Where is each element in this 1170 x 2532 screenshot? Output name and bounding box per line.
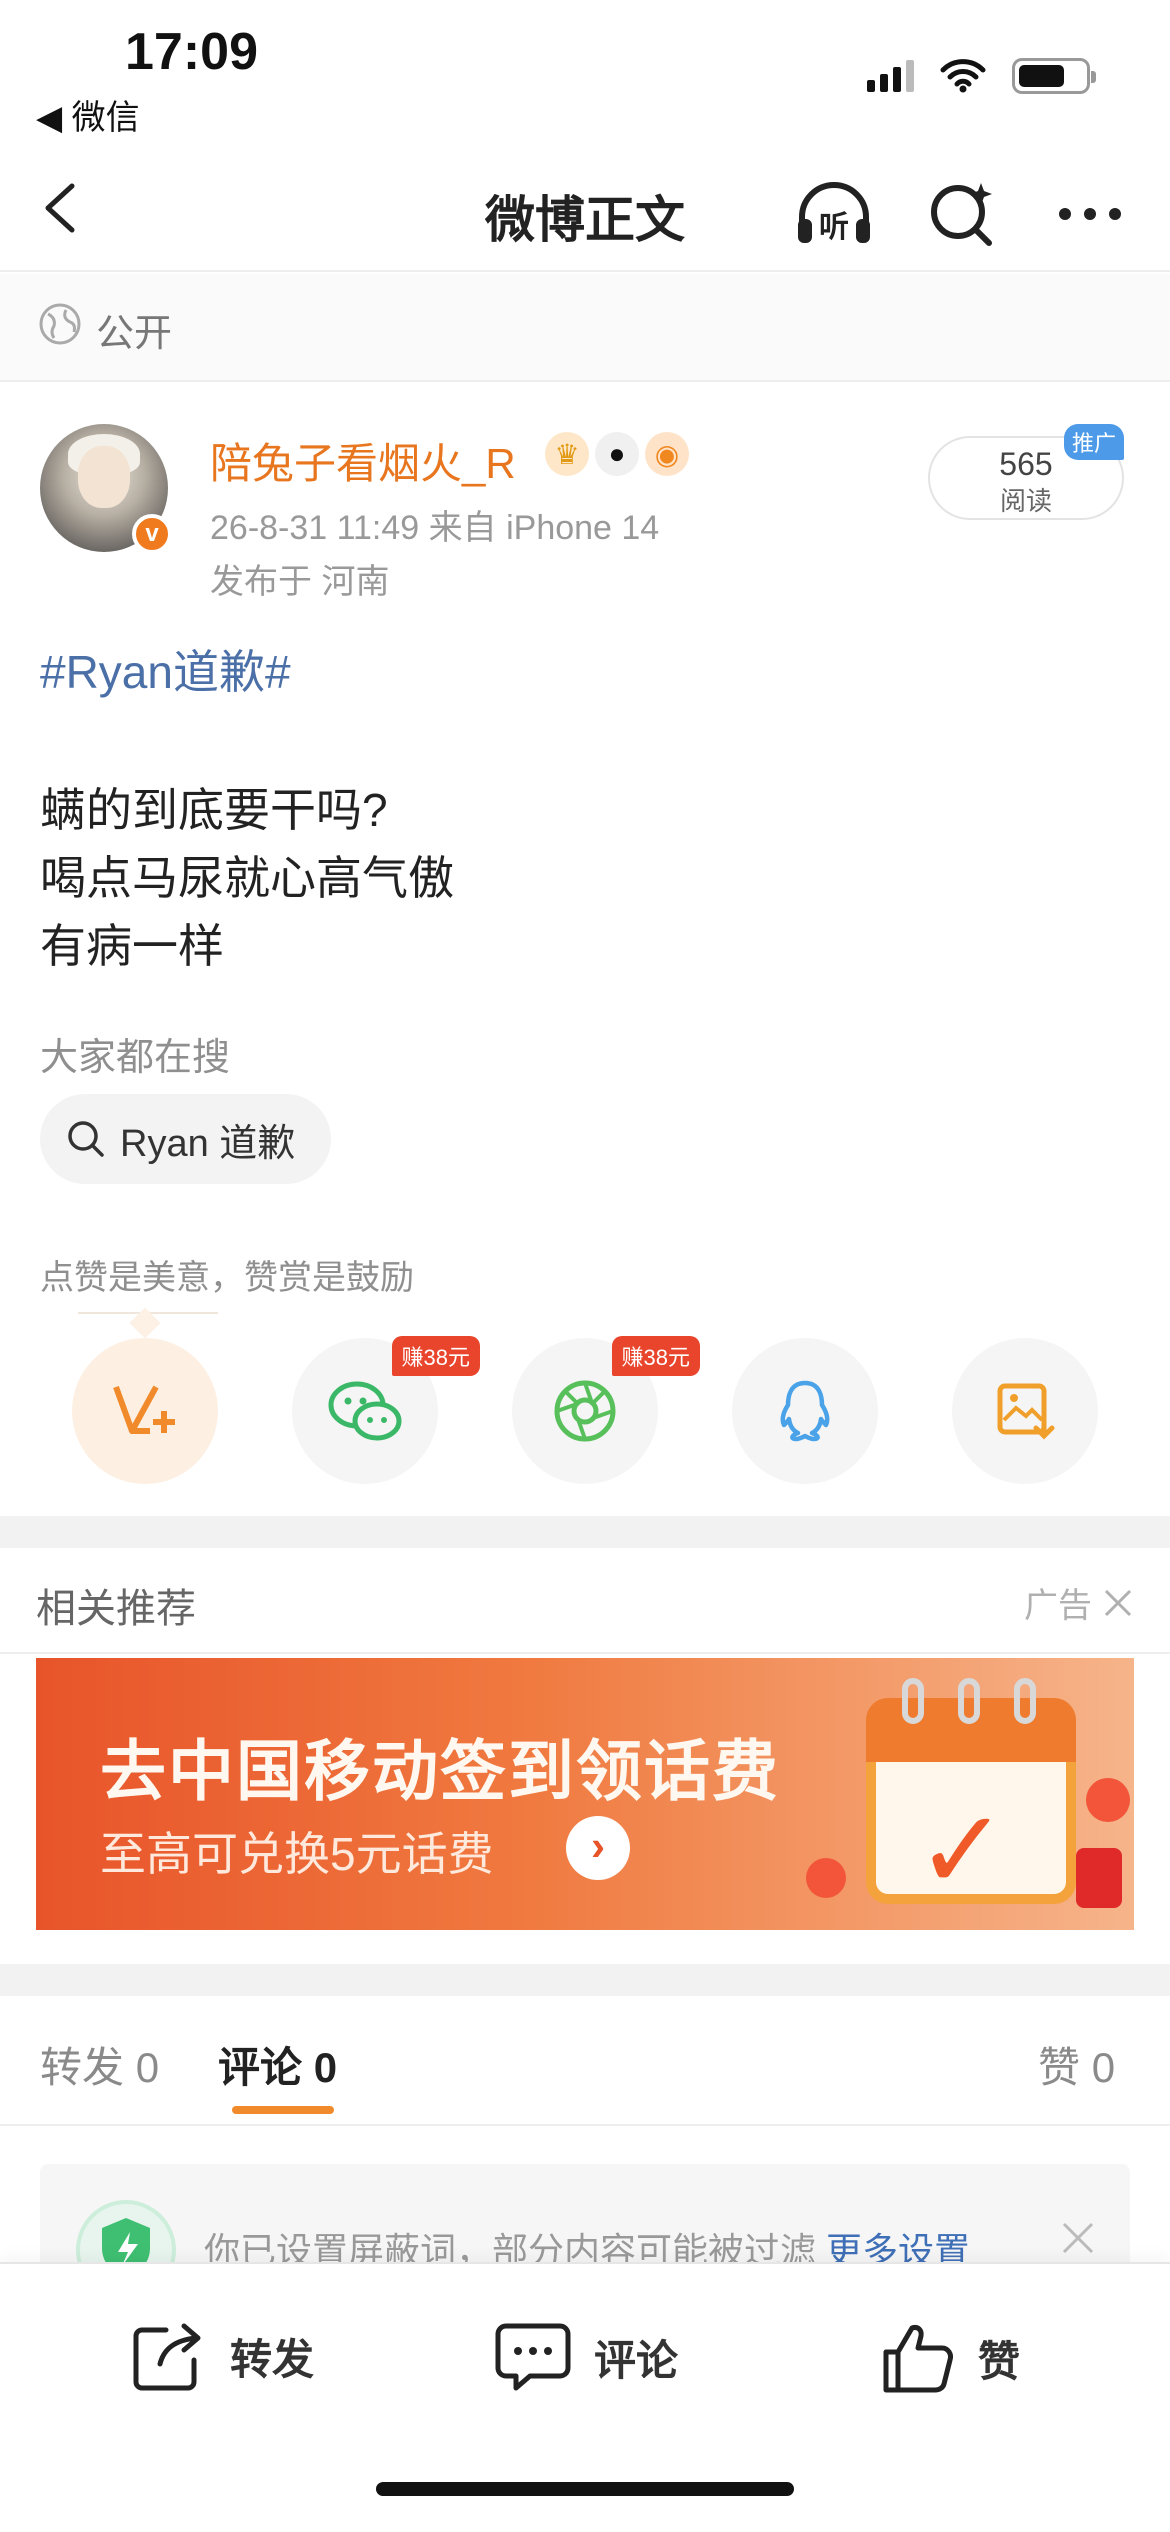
more-dots-icon	[1059, 208, 1121, 220]
like-label: 赞	[978, 2337, 1021, 2385]
banner-headline: 去中国移动签到领话费	[100, 1734, 780, 1808]
back-to-app-link[interactable]: ◀ 微信	[36, 90, 140, 139]
post-text-line: 喝点马尿就心高气傲	[40, 852, 454, 904]
avatar[interactable]: v	[40, 424, 172, 554]
listen-label: 听	[819, 210, 849, 245]
verified-badge-icon: v	[132, 514, 172, 554]
user-badges: ♛ ● ◉	[545, 432, 689, 476]
reward-button[interactable]	[72, 1338, 218, 1484]
read-label: 阅读	[999, 486, 1052, 516]
username[interactable]: 陪兔子看烟火_R	[210, 430, 516, 491]
wifi-icon	[940, 59, 986, 93]
interaction-tabs: 转发 0 评论 0 赞 0	[0, 1996, 1170, 2126]
status-icons	[867, 58, 1096, 94]
signal-icon	[867, 60, 914, 92]
read-count-badge[interactable]: 565 阅读 推广	[928, 424, 1124, 520]
search-icon	[68, 1121, 104, 1157]
repost-button[interactable]: 转发	[130, 2320, 314, 2392]
headphones-icon: 听	[798, 182, 870, 245]
comment-button[interactable]: 评论	[494, 2320, 678, 2394]
visibility-row: 公开	[0, 274, 1170, 382]
status-time: 17:09	[125, 23, 258, 81]
tab-like[interactable]: 赞 0	[1038, 2034, 1115, 2095]
ad-label: 广告	[1024, 1587, 1092, 1625]
search-sparkle-icon	[931, 183, 992, 246]
comment-icon	[495, 2323, 571, 2391]
post-time-source: 26-8-31 11:49 来自 iPhone 14	[210, 509, 660, 547]
panda-badge-icon: ●	[595, 432, 639, 476]
share-wechat-button[interactable]: 赚38元	[292, 1336, 480, 1484]
crown-badge-icon: ♛	[545, 432, 589, 476]
fish-badge-icon: ◉	[645, 432, 689, 476]
close-icon	[1104, 1589, 1132, 1616]
battery-icon	[1012, 58, 1096, 94]
earn-badge: 赚38元	[611, 1336, 700, 1376]
wechat-icon	[328, 1381, 402, 1441]
moments-aperture-icon	[554, 1380, 616, 1442]
share-row: 赚38元 赚38元	[72, 1336, 1098, 1484]
visibility-label: 公开	[96, 313, 173, 355]
post-location: 发布于 河南	[210, 563, 390, 601]
save-image-button[interactable]	[952, 1338, 1098, 1484]
thumbs-up-icon	[883, 2325, 953, 2393]
repost-icon	[133, 2323, 201, 2391]
active-tab-indicator	[232, 2106, 334, 2114]
post-hashtag[interactable]: #Ryan道歉#	[40, 636, 291, 702]
post-text-line: 有病一样	[40, 920, 224, 972]
share-moments-button[interactable]: 赚38元	[512, 1336, 700, 1484]
more-button[interactable]	[1050, 174, 1130, 254]
globe-icon	[39, 303, 81, 345]
post-text-line: 螨的到底要干吗?	[40, 784, 388, 836]
close-icon[interactable]	[1060, 2220, 1096, 2256]
listen-button[interactable]: 听	[794, 174, 874, 254]
hot-search-query: Ryan 道歉	[120, 1122, 296, 1165]
related-header: 相关推荐 广告	[0, 1548, 1170, 1654]
banner-go-icon: ›	[566, 1816, 630, 1880]
related-title: 相关推荐	[36, 1587, 196, 1631]
promote-badge[interactable]: 推广	[1063, 424, 1124, 460]
repost-label: 转发	[230, 2335, 315, 2383]
share-qq-button[interactable]	[732, 1338, 878, 1484]
navigation-bar: 微博正文 听	[0, 150, 1170, 272]
tab-repost[interactable]: 转发 0	[40, 2034, 159, 2095]
search-button[interactable]	[922, 174, 1002, 254]
reward-hint: 点赞是美意，赞赏是鼓励	[40, 1259, 414, 1297]
tab-comment[interactable]: 评论 0	[218, 2034, 337, 2095]
checkmark-icon: ✓	[916, 1789, 1009, 1912]
image-download-icon	[997, 1383, 1055, 1440]
home-indicator[interactable]	[376, 2482, 794, 2496]
comment-label: 评论	[594, 2336, 679, 2384]
like-button[interactable]: 赞	[880, 2320, 1020, 2396]
ad-banner[interactable]: 去中国移动签到领话费 至高可兑换5元话费 › ✓	[36, 1658, 1134, 1930]
hot-search-chip[interactable]: Ryan 道歉	[40, 1094, 332, 1184]
earn-badge: 赚38元	[391, 1336, 480, 1376]
banner-subline: 至高可兑换5元话费	[100, 1828, 494, 1880]
qq-penguin-icon	[780, 1380, 830, 1442]
hot-search-title: 大家都在搜	[40, 1037, 231, 1079]
reward-v-plus-icon	[113, 1385, 175, 1434]
status-bar: 17:09 ◀ 微信	[0, 0, 1170, 150]
ad-close-button[interactable]: 广告	[1024, 1578, 1134, 1627]
